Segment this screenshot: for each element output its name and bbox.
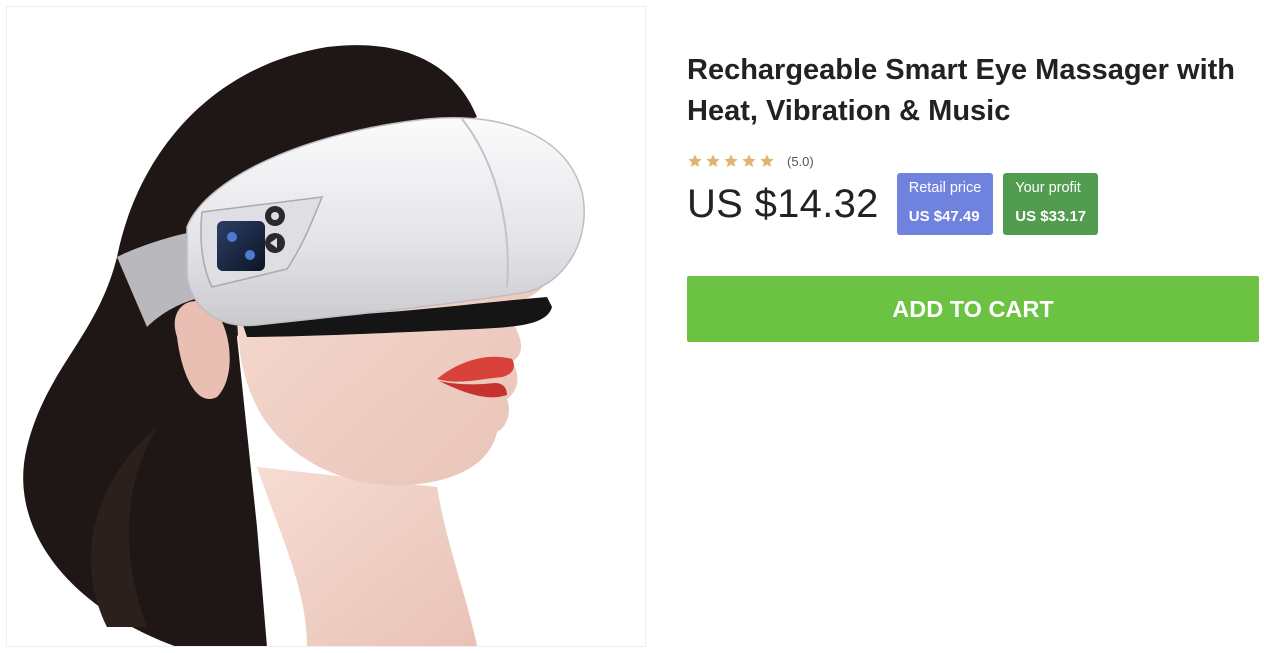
retail-price-label: Retail price — [908, 180, 982, 196]
add-to-cart-button[interactable]: ADD TO CART — [687, 276, 1259, 342]
star-icon — [723, 153, 739, 169]
star-icon — [741, 153, 757, 169]
rating-stars — [687, 153, 777, 169]
product-details: Rechargeable Smart Eye Massager with Hea… — [687, 50, 1259, 342]
product-image — [6, 6, 646, 647]
star-icon — [759, 153, 775, 169]
price-row: US $14.32 Retail price US $47.49 Your pr… — [687, 173, 1259, 235]
profit-value: US $33.17 — [1015, 208, 1087, 225]
profit-badge: Your profit US $33.17 — [1003, 173, 1099, 235]
star-icon — [705, 153, 721, 169]
product-title: Rechargeable Smart Eye Massager with Hea… — [687, 54, 1236, 127]
eye-massager-photo — [23, 45, 585, 646]
retail-price-value: US $47.49 — [908, 208, 980, 225]
sale-price: US $14.32 — [687, 182, 879, 226]
retail-price-badge: Retail price US $47.49 — [896, 173, 994, 235]
rating-value: (5.0) — [787, 153, 814, 169]
profit-label: Your profit — [1015, 180, 1081, 196]
rating-row: (5.0) — [687, 152, 1259, 170]
star-icon — [687, 153, 703, 169]
